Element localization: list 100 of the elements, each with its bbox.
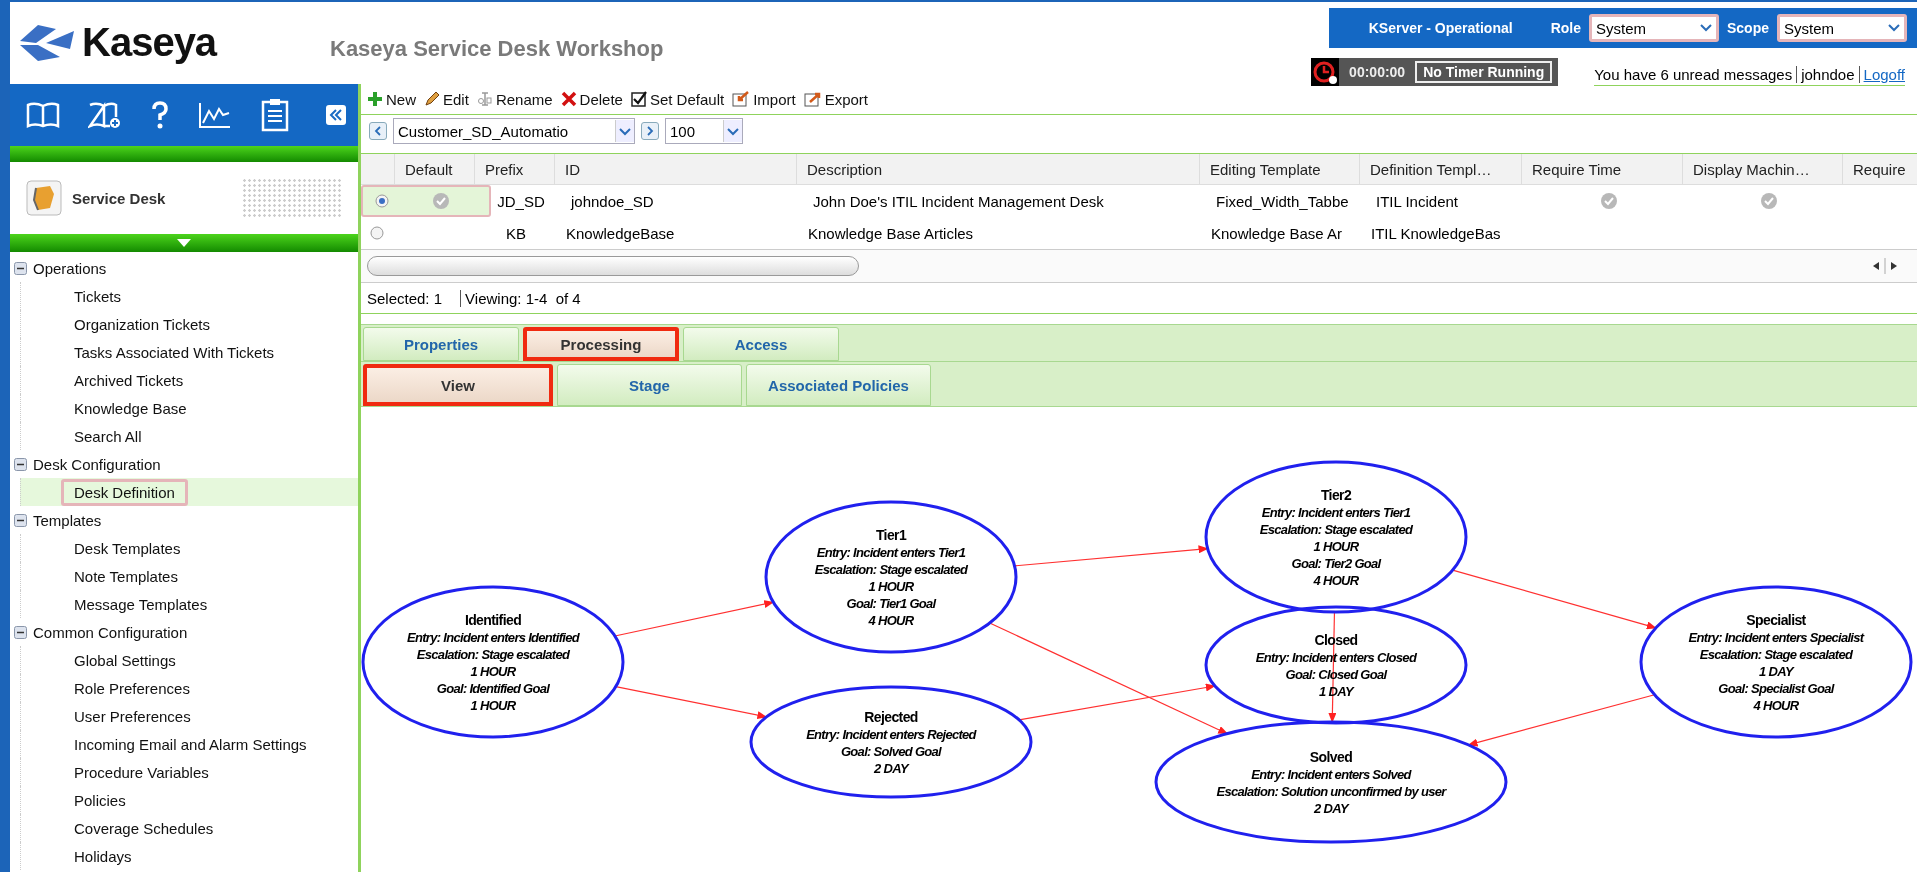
book-icon[interactable]: [26, 101, 60, 129]
desk-dropdown[interactable]: Customer_SD_Automatio: [393, 118, 635, 144]
book-plus-icon[interactable]: [88, 101, 122, 129]
column-header[interactable]: Require Time: [1522, 154, 1683, 184]
tree-item[interactable]: Procedure Variables: [61, 758, 222, 786]
next-button[interactable]: [641, 122, 659, 140]
stage-detail: Goal: Tier1 Goal: [846, 595, 936, 611]
column-header[interactable]: Description: [797, 154, 1200, 184]
delete-icon: [560, 91, 577, 107]
tree-group[interactable]: Templates: [33, 511, 102, 529]
tree-group[interactable]: Operations: [33, 259, 107, 277]
stage-detail: Goal: Identified Goal: [436, 680, 550, 696]
stage-title: Tier2: [1320, 486, 1352, 503]
tree-toggle-icon[interactable]: [14, 625, 27, 639]
tree-toggle-icon[interactable]: [14, 513, 27, 527]
tab[interactable]: Properties: [363, 327, 519, 361]
plus-icon: [367, 91, 383, 107]
chart-icon[interactable]: [198, 101, 232, 129]
triangle-icon[interactable]: [177, 239, 191, 247]
stage-detail: Goal: Solved Goal: [840, 743, 942, 759]
scope-select[interactable]: System: [1777, 14, 1907, 42]
tree-item[interactable]: Incoming Email and Alarm Settings: [61, 730, 320, 758]
stage-detail: 4 HOUR: [1753, 697, 1799, 713]
chevron-right-icon: [646, 126, 654, 136]
tree-item[interactable]: Tickets: [61, 282, 134, 310]
tree-group[interactable]: Common Configuration: [33, 623, 188, 641]
clock-icon[interactable]: [1311, 58, 1340, 86]
tree-item[interactable]: Desk Templates: [61, 534, 194, 562]
radio-button[interactable]: [370, 226, 384, 240]
tree-group[interactable]: Desk Configuration: [33, 455, 161, 473]
tree-item[interactable]: Global Settings: [61, 646, 189, 674]
stage-detail: Goal: Tier2 Goal: [1291, 555, 1381, 571]
stage-detail: 4 HOUR: [1313, 572, 1359, 588]
scrollbar[interactable]: [361, 249, 1917, 283]
stage-title: Solved: [1309, 748, 1353, 765]
stage-node[interactable]: [1639, 585, 1913, 739]
collapse-icon[interactable]: [326, 105, 346, 125]
stage-node[interactable]: [764, 500, 1018, 654]
stage-detail: Escalation: Solution unconfirmed by user: [1216, 783, 1446, 799]
stage-title: Rejected: [864, 708, 918, 725]
stage-detail: 1 HOUR: [868, 578, 914, 594]
tree-item[interactable]: User Preferences: [61, 702, 204, 730]
tree-item[interactable]: Archived Tickets: [61, 366, 197, 394]
logoff-link[interactable]: Logoff: [1858, 66, 1905, 83]
tree-item[interactable]: Note Templates: [61, 562, 191, 590]
stage-detail: Entry: Incident enters Tier1: [816, 544, 966, 560]
timer-status[interactable]: No Timer Running: [1415, 61, 1553, 83]
rename-button[interactable]: Rename: [474, 90, 555, 108]
stage-node[interactable]: [1204, 605, 1468, 725]
tree-item[interactable]: Search All: [61, 422, 155, 450]
tree-item[interactable]: Holidays: [61, 842, 145, 870]
tab[interactable]: View: [363, 364, 553, 406]
import-button[interactable]: Import: [730, 90, 798, 108]
tree-item[interactable]: Organization Tickets: [61, 310, 223, 338]
column-header[interactable]: ID: [555, 154, 797, 184]
previous-button[interactable]: [369, 122, 387, 140]
stage-title: Identified: [464, 611, 522, 628]
table-row[interactable]: KB KnowledgeBase Knowledge Base Articles Knowledge Base Ar ITIL KnowledgeBas: [361, 217, 1917, 249]
radio-button[interactable]: [375, 194, 389, 208]
page-size-dropdown[interactable]: 100: [665, 118, 743, 144]
module-name: Service Desk: [72, 189, 166, 207]
tab[interactable]: Processing: [523, 327, 679, 361]
clipboard-icon[interactable]: [260, 98, 290, 132]
tree-item[interactable]: Message Templates: [61, 590, 221, 618]
default-button[interactable]: Set Default: [628, 90, 727, 108]
stage-node[interactable]: [749, 685, 1033, 799]
column-header[interactable]: Prefix: [475, 154, 555, 184]
delete-button[interactable]: Delete: [558, 90, 625, 108]
text-cursor-icon: [476, 91, 493, 107]
stage-detail: Entry: Incident enters Specialist: [1688, 629, 1864, 645]
tree-item[interactable]: Policies: [61, 786, 139, 814]
column-header[interactable]: Require: [1843, 154, 1917, 184]
stage-node[interactable]: [1154, 720, 1508, 844]
edit-button[interactable]: Edit: [422, 90, 471, 108]
column-header[interactable]: Editing Template: [1200, 154, 1360, 184]
stage-title: Closed: [1314, 631, 1358, 648]
tree-item[interactable]: Role Preferences: [61, 674, 203, 702]
tab[interactable]: Stage: [557, 364, 742, 406]
tab[interactable]: Access: [683, 327, 839, 361]
stage-detail: Entry: Incident enters Identified: [407, 629, 579, 645]
caret-icon: [1888, 24, 1900, 32]
column-header[interactable]: Display Machin…: [1683, 154, 1843, 184]
tree-toggle-icon[interactable]: [14, 261, 27, 275]
role-select[interactable]: System: [1589, 14, 1719, 42]
table-cell: Knowledge Base Articles: [808, 224, 974, 242]
tree-item[interactable]: Tasks Associated With Tickets: [61, 338, 288, 366]
new-button[interactable]: New: [365, 90, 418, 108]
column-header[interactable]: Definition Templ…: [1360, 154, 1522, 184]
tree-toggle-icon[interactable]: [14, 457, 27, 471]
table-cell: John Doe's ITIL Incident Management Desk: [813, 192, 1104, 210]
table-cell: JD_SD: [497, 192, 545, 210]
column-header[interactable]: Default: [395, 154, 475, 184]
tree-item[interactable]: Coverage Schedules: [61, 814, 227, 842]
tree-item[interactable]: Desk Definition: [61, 478, 188, 506]
stage-node[interactable]: [361, 585, 625, 739]
tab[interactable]: Associated Policies: [746, 364, 931, 406]
tree-item[interactable]: Knowledge Base: [61, 394, 200, 422]
export-button[interactable]: Export: [801, 90, 871, 108]
help-icon[interactable]: [150, 100, 170, 130]
import-icon: [732, 91, 751, 107]
